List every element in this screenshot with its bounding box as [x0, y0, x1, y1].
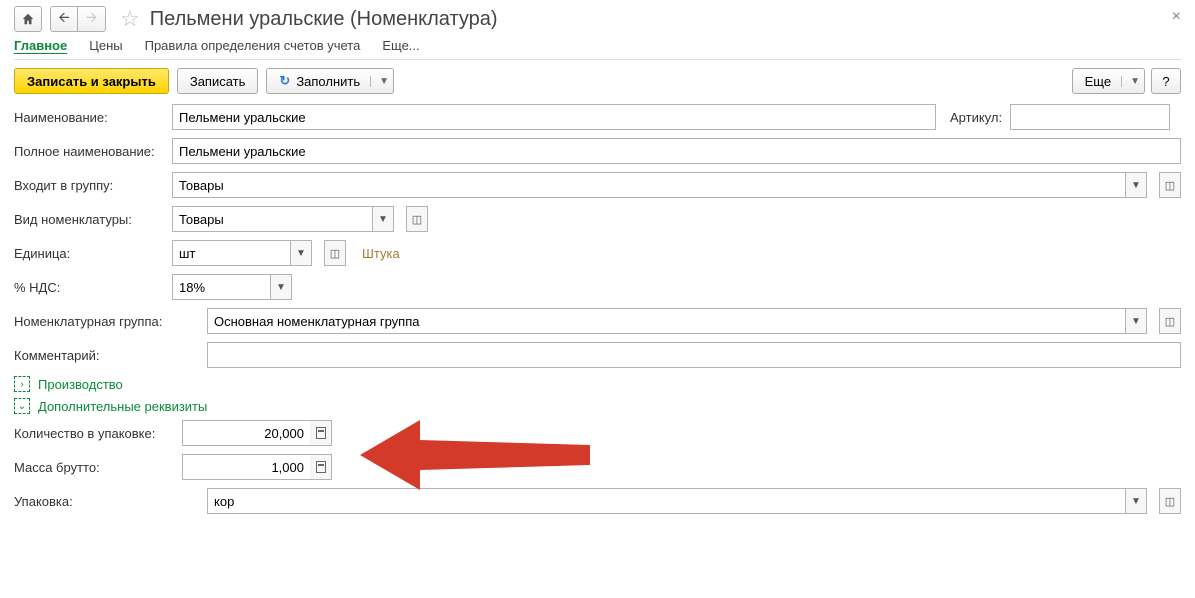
nomgroup-input[interactable] — [207, 308, 1125, 334]
chevron-down-icon: ▼ — [1121, 76, 1140, 87]
comment-input[interactable] — [207, 342, 1181, 368]
close-icon[interactable]: × — [1172, 8, 1181, 26]
gross-input[interactable] — [182, 454, 310, 480]
refresh-icon: ↻ — [279, 73, 290, 89]
calculator-button[interactable] — [310, 420, 332, 446]
open-external-button[interactable]: ◫ — [406, 206, 428, 232]
save-button[interactable]: Записать — [177, 68, 259, 94]
more-label: Еще — [1085, 74, 1111, 89]
dropdown-button[interactable]: ▼ — [1125, 172, 1147, 198]
article-input[interactable] — [1010, 104, 1170, 130]
forward-button[interactable]: 🡪 — [78, 6, 106, 32]
fullname-label: Полное наименование: — [14, 144, 164, 159]
chevron-right-icon: › — [14, 376, 30, 392]
tab-more[interactable]: Еще... — [382, 38, 419, 53]
pack-input[interactable] — [207, 488, 1125, 514]
tab-account-rules[interactable]: Правила определения счетов учета — [145, 38, 361, 53]
section-production[interactable]: › Производство — [14, 376, 1181, 392]
section-extra[interactable]: ⌄ Дополнительные реквизиты — [14, 398, 1181, 414]
group-label: Входит в группу: — [14, 178, 164, 193]
section-extra-label: Дополнительные реквизиты — [38, 399, 207, 414]
qty-label: Количество в упаковке: — [14, 426, 174, 441]
favorite-icon[interactable]: ☆ — [120, 6, 140, 32]
calculator-button[interactable] — [310, 454, 332, 480]
dropdown-button[interactable]: ▼ — [1125, 488, 1147, 514]
type-label: Вид номенклатуры: — [14, 212, 164, 227]
tab-prices[interactable]: Цены — [89, 38, 122, 53]
chevron-down-icon: ▼ — [370, 76, 389, 87]
gross-label: Масса брутто: — [14, 460, 174, 475]
fill-label: Заполнить — [296, 74, 360, 89]
home-button[interactable] — [14, 6, 42, 32]
unit-label: Единица: — [14, 246, 164, 261]
save-close-button[interactable]: Записать и закрыть — [14, 68, 169, 94]
vat-label: % НДС: — [14, 280, 164, 295]
page-title: Пельмени уральские (Номенклатура) — [150, 8, 498, 31]
chevron-down-icon: ⌄ — [14, 398, 30, 414]
open-external-button[interactable]: ◫ — [324, 240, 346, 266]
section-production-label: Производство — [38, 377, 123, 392]
type-input[interactable] — [172, 206, 372, 232]
calculator-icon — [316, 461, 326, 473]
unit-input[interactable] — [172, 240, 290, 266]
home-icon — [21, 12, 35, 26]
comment-label: Комментарий: — [14, 348, 199, 363]
dropdown-button[interactable]: ▼ — [1125, 308, 1147, 334]
tab-main[interactable]: Главное — [14, 38, 67, 53]
vat-input[interactable] — [172, 274, 270, 300]
dropdown-button[interactable]: ▼ — [270, 274, 292, 300]
name-input[interactable] — [172, 104, 936, 130]
fullname-input[interactable] — [172, 138, 1181, 164]
open-external-button[interactable]: ◫ — [1159, 172, 1181, 198]
pack-label: Упаковка: — [14, 494, 199, 509]
dropdown-button[interactable]: ▼ — [290, 240, 312, 266]
name-label: Наименование: — [14, 110, 164, 125]
dropdown-button[interactable]: ▼ — [372, 206, 394, 232]
help-button[interactable]: ? — [1151, 68, 1181, 94]
open-external-button[interactable]: ◫ — [1159, 308, 1181, 334]
nomgroup-label: Номенклатурная группа: — [14, 314, 199, 329]
group-input[interactable] — [172, 172, 1125, 198]
fill-button[interactable]: ↻ Заполнить ▼ — [266, 68, 394, 94]
calculator-icon — [316, 427, 326, 439]
back-button[interactable]: 🡨 — [50, 6, 78, 32]
open-external-button[interactable]: ◫ — [1159, 488, 1181, 514]
qty-input[interactable] — [182, 420, 310, 446]
unit-hint: Штука — [362, 246, 400, 261]
more-button[interactable]: Еще ▼ — [1072, 68, 1145, 94]
article-label: Артикул: — [950, 110, 1002, 125]
